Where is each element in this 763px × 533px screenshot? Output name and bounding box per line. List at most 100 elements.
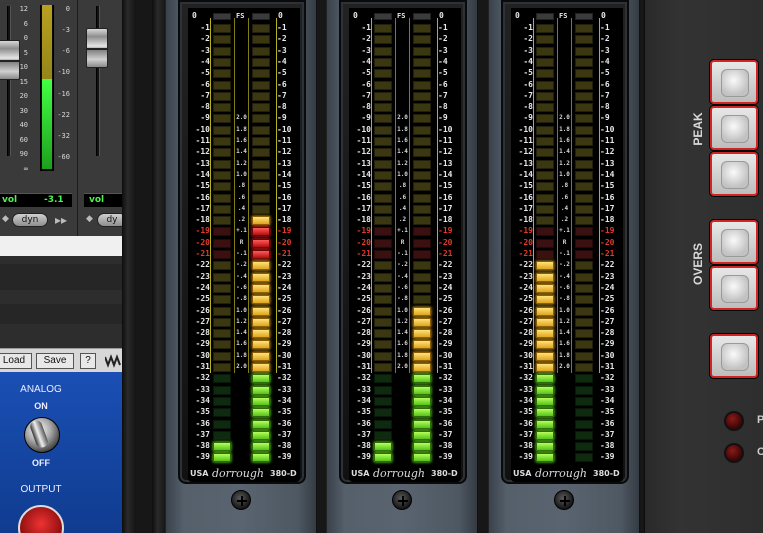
meter-segment-right xyxy=(575,385,593,395)
db-label-right: -39 xyxy=(277,452,292,462)
db-label-left: -28 xyxy=(195,328,210,338)
scale-top-right: 0 xyxy=(278,11,283,20)
db-label-left: -18 xyxy=(356,215,371,225)
db-label-right: -15 xyxy=(600,181,615,191)
meter-segment-right xyxy=(413,114,431,124)
db-label-left: -27 xyxy=(195,316,210,326)
automation-mode-button[interactable]: dyn xyxy=(12,213,48,227)
db-label-left: -10 xyxy=(195,124,210,134)
meter-segment-left xyxy=(213,148,231,158)
forward-arrows-icon[interactable]: ▸▸ xyxy=(55,213,67,227)
fader-scale xyxy=(106,6,120,156)
db-label-left: -5 xyxy=(361,68,371,78)
guide-line xyxy=(533,18,534,373)
db-label-left: -8 xyxy=(361,102,371,112)
nudge-arrows-icon[interactable]: ◆ xyxy=(2,214,9,224)
db-label-left: -31 xyxy=(356,362,371,371)
db-label-left: -26 xyxy=(518,305,533,315)
dyn-label: dyn xyxy=(21,215,39,225)
volume-readout[interactable]: vol -3.1 xyxy=(0,193,72,207)
meter-segment-right xyxy=(413,69,431,79)
mixer-area: 12 6 0 5 10 15 20 30 40 60 90 ∞ 0 -3 -6 -10 -16 -22 -32 -6… xyxy=(0,0,127,533)
db-label-right: -5 xyxy=(600,68,610,78)
meter-segment-right xyxy=(413,24,431,33)
meter-segment-right xyxy=(252,137,270,146)
db-label-right: -6 xyxy=(438,79,448,89)
meter-segment-right xyxy=(413,453,431,463)
db-label-right: -33 xyxy=(600,384,615,394)
meter-segment-left xyxy=(536,351,554,361)
meter-segment-right xyxy=(575,295,593,305)
meter-segment-left xyxy=(536,295,554,305)
meter-face: 0 FS 0 -1 -1 -2 -2 -3 -3 -4 -4 -5 -5 -6 -6 -7 -7 -8 -8 -9 -9… xyxy=(349,8,461,482)
guide-line xyxy=(371,18,372,373)
db-label-right: -14 xyxy=(600,169,615,179)
db-label-right: -19 xyxy=(438,226,453,236)
save-button[interactable]: Save xyxy=(36,353,74,369)
meter-segment-left xyxy=(213,57,231,67)
ratio-label: 1.0 xyxy=(236,170,247,178)
db-label-left: -3 xyxy=(361,45,371,55)
db-label-right: -29 xyxy=(277,339,292,349)
db-label-left: -7 xyxy=(523,90,533,100)
meter-segment-right xyxy=(413,442,431,452)
peak-reset-button-3[interactable] xyxy=(710,152,758,196)
ratio-label: -.2 xyxy=(559,261,570,269)
db-label-right: -24 xyxy=(277,282,292,292)
meter-segment-left xyxy=(213,329,231,339)
db-label-left: -4 xyxy=(200,56,210,66)
meter-segment-left xyxy=(374,159,392,169)
db-label-right: -32 xyxy=(438,373,453,383)
db-label-left: -22 xyxy=(356,260,371,270)
db-label-left: -36 xyxy=(356,418,371,428)
db-label-right: -10 xyxy=(600,124,615,134)
db-label-left: -19 xyxy=(195,226,210,236)
db-label-left: -15 xyxy=(356,181,371,191)
meter-segment-left xyxy=(536,363,554,372)
db-label-right: -34 xyxy=(438,395,453,405)
meter-segment-left xyxy=(536,69,554,79)
db-label-left: -33 xyxy=(518,384,533,394)
peak-reset-button-2[interactable] xyxy=(710,106,758,150)
volume-readout[interactable]: vol xyxy=(84,193,122,207)
db-label-right: -33 xyxy=(438,384,453,394)
overs-reset-button-2[interactable] xyxy=(710,266,758,310)
ratio-label: 1.0 xyxy=(397,306,408,314)
scale-tick-label: 5 xyxy=(23,48,28,57)
db-label-left: -36 xyxy=(195,418,210,428)
meter-segment-left xyxy=(374,408,392,418)
meter-segment-left xyxy=(374,69,392,79)
db-label-left: -21 xyxy=(356,249,371,258)
db-label-left: -39 xyxy=(195,452,210,462)
db-label-right: -24 xyxy=(600,282,615,292)
volume-fader[interactable] xyxy=(86,28,108,68)
peak-reset-button-1[interactable] xyxy=(710,60,758,104)
db-label-right: -16 xyxy=(438,192,453,202)
scale-tick-label: 40 xyxy=(19,121,28,130)
db-label-right: -35 xyxy=(600,407,615,417)
meter-segment-left xyxy=(536,238,554,248)
db-label-right: -5 xyxy=(438,68,448,78)
load-button[interactable]: Load xyxy=(0,353,32,369)
ratio-label: 1.8 xyxy=(559,351,570,359)
overs-reset-button-1[interactable] xyxy=(710,220,758,264)
ratio-label: .8 xyxy=(560,182,569,190)
meter-segment-left xyxy=(374,363,392,372)
meter-segment-right xyxy=(252,283,270,293)
nudge-arrows-icon[interactable]: ◆ xyxy=(86,214,93,224)
help-button[interactable]: ? xyxy=(80,353,96,369)
db-label-left: -15 xyxy=(195,181,210,191)
ratio-label: 1.4 xyxy=(236,148,247,156)
db-label-left: -23 xyxy=(356,271,371,281)
meter-segment-left xyxy=(213,193,231,203)
reset-button[interactable] xyxy=(710,334,758,378)
meter-segment-right xyxy=(413,419,431,429)
ratio-label: R xyxy=(562,238,567,246)
dorrough-logo: dorrough xyxy=(373,467,426,480)
db-label-right: -11 xyxy=(600,136,615,145)
meter-level-fill xyxy=(42,78,52,169)
db-label-right: -19 xyxy=(277,226,292,236)
db-label-left: -2 xyxy=(361,34,371,44)
db-label-right: -23 xyxy=(277,271,292,281)
ratio-label: 1.4 xyxy=(397,329,408,337)
